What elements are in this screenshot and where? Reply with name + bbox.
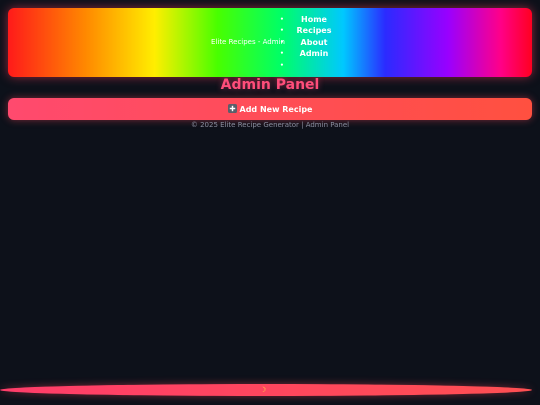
nav-item-label: Home (301, 15, 327, 24)
add-new-recipe-label: Add New Recipe (239, 105, 313, 114)
nav-item-recipes[interactable]: • Recipes (276, 25, 336, 36)
bullet-icon: • (280, 27, 284, 35)
moon-icon[interactable]: ☽ (258, 385, 268, 395)
page: Elite Recipes - Admin • Home • Recipes •… (0, 0, 540, 405)
nav-item-about[interactable]: • About (276, 37, 336, 48)
nav-item-empty[interactable]: • (276, 60, 336, 71)
plus-icon (227, 104, 237, 113)
nav-item-label: About (300, 37, 328, 47)
nav-item-admin[interactable]: • Admin (276, 48, 336, 59)
footer-text: © 2025 Elite Recipe Generator | Admin Pa… (190, 121, 350, 129)
bullet-icon: • (280, 16, 284, 23)
bullet-icon: • (280, 50, 284, 58)
site-header: Elite Recipes - Admin • Home • Recipes •… (8, 8, 532, 77)
nav-item-home[interactable]: • Home (276, 14, 336, 25)
brand-title: Elite Recipes - Admin (211, 38, 285, 46)
nav-item-label: Admin (299, 49, 329, 59)
add-new-recipe-button[interactable]: Add New Recipe (8, 98, 532, 120)
page-title: Admin Panel (220, 77, 320, 93)
bottom-bar[interactable]: ☽ (0, 384, 532, 396)
main-nav: • Home • Recipes • About • Admin • (276, 14, 336, 71)
nav-item-label: Recipes (296, 26, 332, 36)
bullet-icon: • (280, 38, 284, 46)
bullet-icon: • (280, 61, 284, 69)
